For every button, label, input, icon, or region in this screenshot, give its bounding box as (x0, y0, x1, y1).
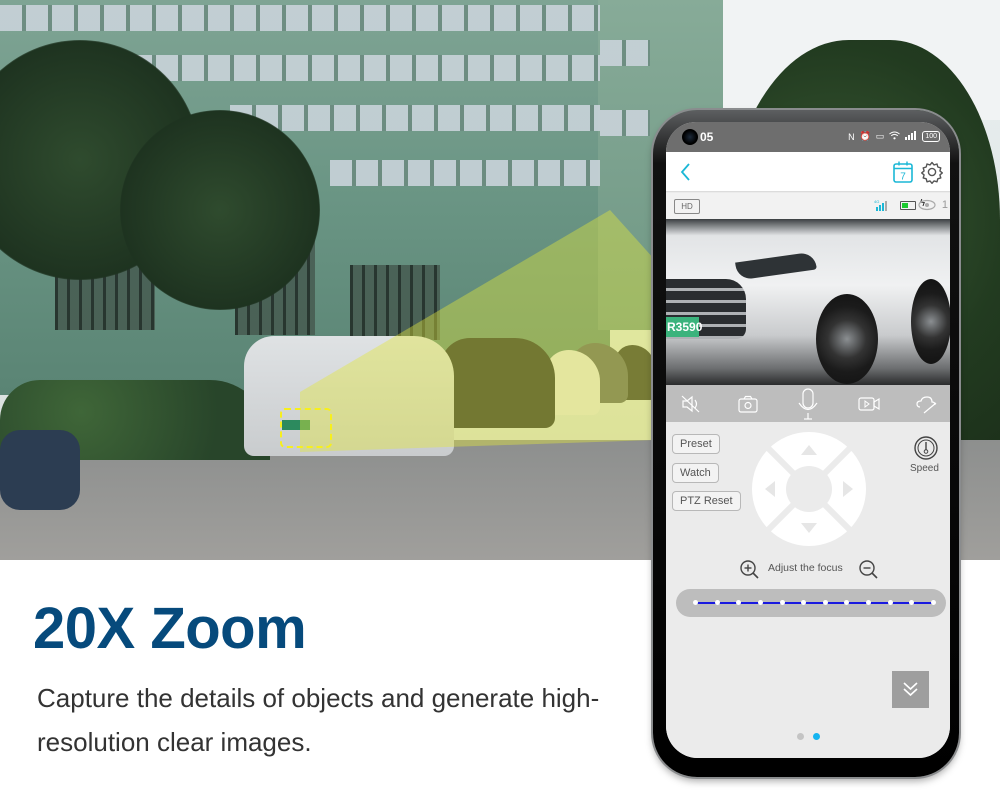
app-bar: 7 (666, 152, 950, 192)
focus-slider-step[interactable] (693, 600, 698, 605)
focus-slider-step[interactable] (931, 600, 936, 605)
status-bar: 05 N ⏰ ▭ 100 (666, 122, 950, 152)
cloud-off-icon (916, 396, 937, 414)
gear-icon (921, 161, 943, 184)
phone-screen: 05 N ⏰ ▭ 100 7 HD 4G ϟ 1 R3590 Preset Wa… (666, 122, 950, 758)
focus-slider-step[interactable] (801, 600, 807, 605)
scooter (0, 430, 80, 510)
video-wheel (816, 294, 878, 384)
ptz-reset-button[interactable]: PTZ Reset (672, 491, 741, 511)
window-row (600, 40, 650, 66)
watch-button[interactable]: Watch (672, 463, 719, 483)
subtext: Capture the details of objects and gener… (37, 683, 600, 757)
video-record-icon (858, 397, 880, 411)
page-indicator (797, 733, 820, 740)
eye-icon (918, 199, 936, 211)
focus-slider-track (695, 602, 935, 604)
double-chevron-down-icon (903, 682, 918, 697)
expand-down-button[interactable] (892, 671, 929, 708)
video-toolbar (666, 385, 950, 422)
focus-slider-step[interactable] (844, 600, 850, 605)
quality-toggle[interactable]: HD (674, 199, 700, 214)
focus-slider-step[interactable] (887, 600, 893, 605)
video-headlight (735, 251, 817, 281)
focus-slider-step[interactable] (736, 600, 742, 605)
ptz-direction-pad (752, 432, 866, 546)
focus-controls: Adjust the focus (666, 558, 950, 579)
focus-slider-step[interactable] (757, 600, 763, 605)
page-dot[interactable] (797, 733, 804, 740)
talk-button[interactable] (795, 388, 821, 421)
speed-label: Speed (910, 463, 939, 474)
back-button[interactable] (676, 160, 696, 184)
chevron-left-icon (680, 163, 690, 181)
video-license-plate: R3590 (666, 317, 702, 337)
snapshot-button[interactable] (735, 391, 761, 417)
focus-slider-step[interactable] (866, 600, 872, 605)
focus-slider-step[interactable] (822, 600, 828, 605)
alarm-icon: ⏰ (859, 131, 871, 141)
cloud-button[interactable] (914, 391, 940, 417)
calendar-icon: 7 (893, 161, 913, 183)
window-row (230, 105, 600, 131)
viewer-count: 1 (941, 199, 948, 211)
preset-button[interactable]: Preset (672, 434, 720, 454)
zoom-out-icon[interactable] (858, 559, 878, 579)
svg-text:4G: 4G (874, 199, 879, 204)
focus-slider[interactable] (676, 589, 946, 617)
calendar-button[interactable]: 7 (892, 160, 914, 184)
zoom-focus-box (280, 408, 332, 448)
mute-button[interactable] (678, 391, 704, 417)
focus-slider-step[interactable] (909, 600, 915, 605)
settings-button[interactable] (920, 160, 944, 184)
page-dot-active[interactable] (813, 733, 820, 740)
front-camera (682, 129, 698, 145)
focus-slider-step[interactable] (714, 600, 720, 605)
focus-slider-step[interactable] (779, 600, 785, 605)
stream-info-bar: HD 4G ϟ 1 (666, 193, 950, 219)
window-row (0, 5, 600, 31)
calendar-day: 7 (900, 172, 906, 183)
speed-gauge-icon[interactable] (914, 436, 938, 460)
palm-tree (120, 110, 320, 310)
ptz-control-panel: Preset Watch PTZ Reset Speed Adjust the … (666, 422, 950, 758)
cellular-signal-icon: 4G (874, 199, 887, 211)
sim-icon: ▭ (875, 131, 885, 141)
live-video-feed[interactable]: R3590 (666, 219, 950, 385)
focus-label: Adjust the focus (768, 562, 843, 574)
window-row (330, 160, 600, 186)
window-row (130, 55, 600, 81)
battery-icon: 100 (922, 131, 940, 142)
speaker-muted-icon (681, 395, 700, 413)
system-icons: N ⏰ ▭ 100 (848, 131, 940, 142)
camera-icon (738, 395, 758, 413)
headline: 20X Zoom (33, 596, 307, 661)
wifi-icon (889, 131, 901, 142)
nfc-icon: N (848, 131, 855, 142)
window-row (600, 110, 650, 136)
camera-battery-icon (900, 201, 916, 210)
microphone-icon (798, 388, 818, 420)
record-button[interactable] (856, 391, 882, 417)
video-wheel (911, 279, 950, 364)
status-time: 05 (700, 130, 714, 144)
signal-icon (905, 131, 917, 142)
zoom-in-icon[interactable] (739, 559, 759, 579)
